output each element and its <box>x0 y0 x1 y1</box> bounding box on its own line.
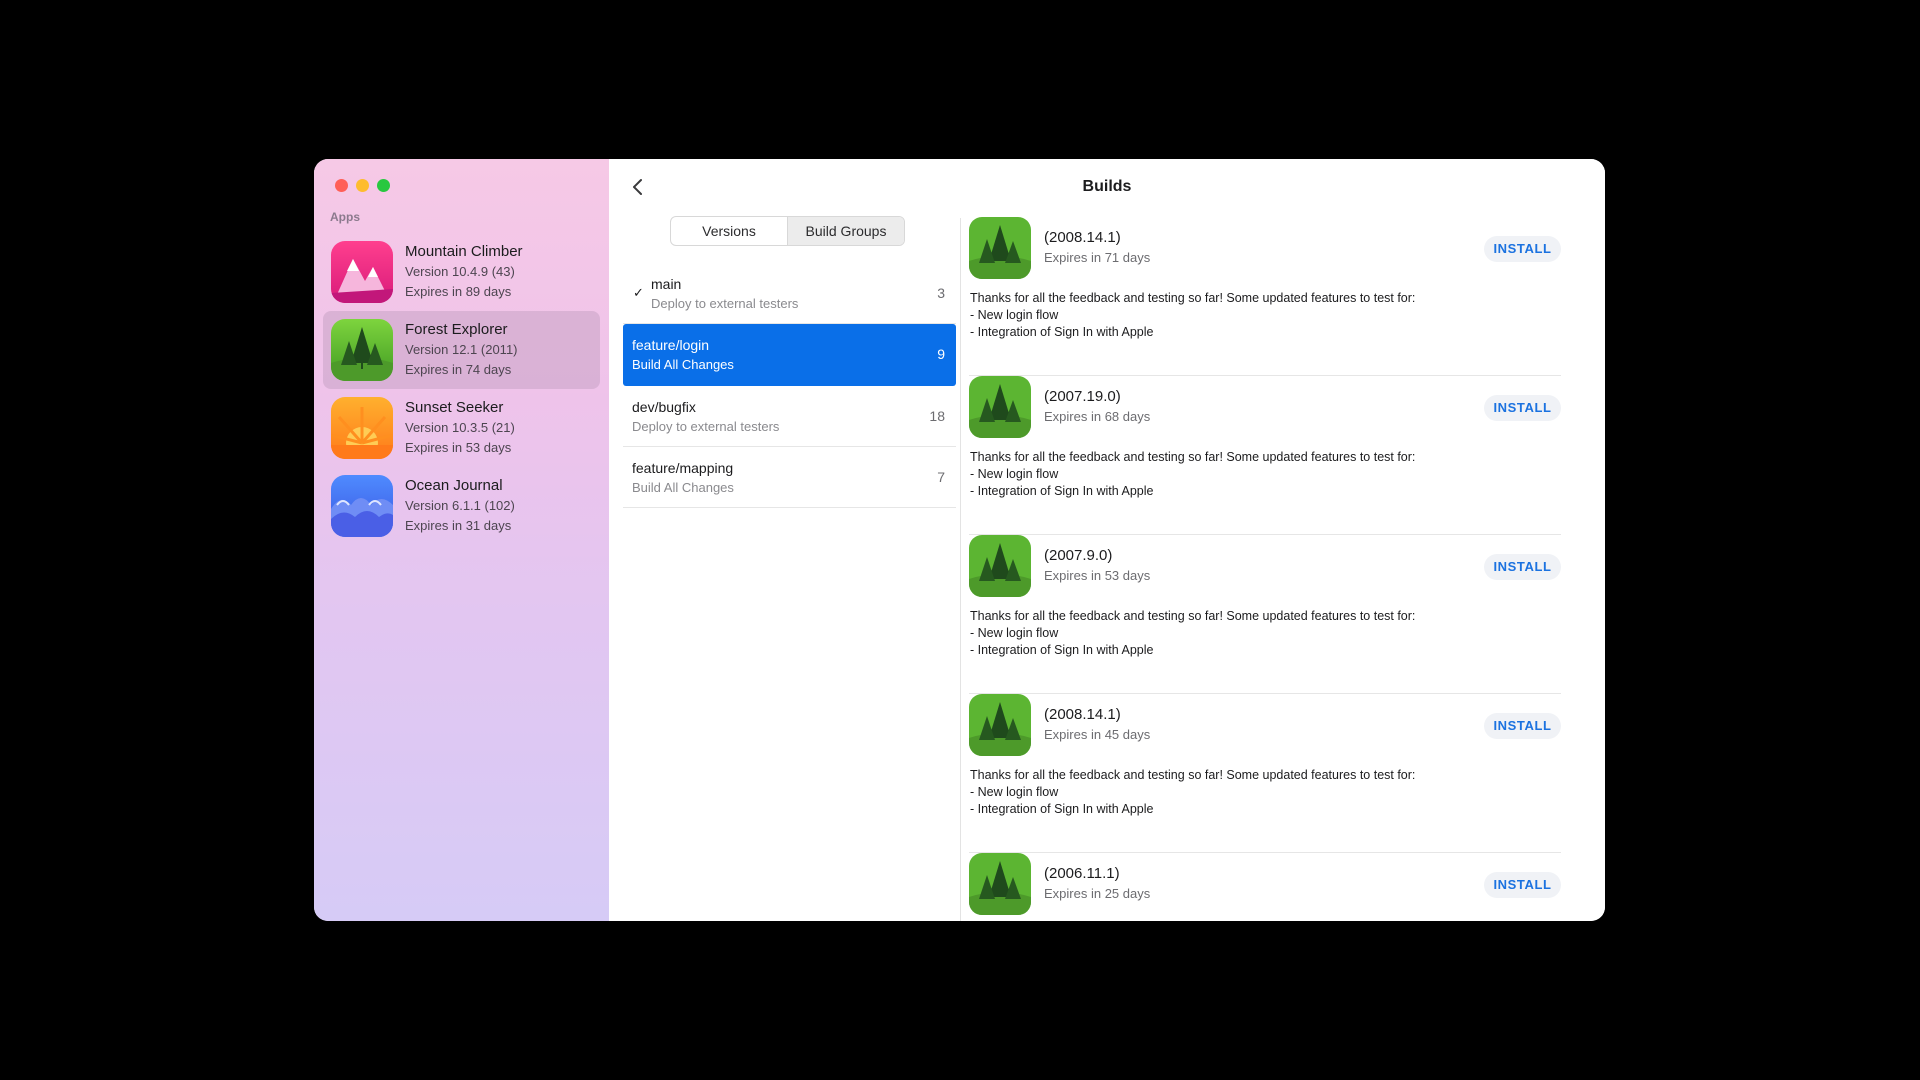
app-name: Ocean Journal <box>405 477 503 494</box>
page-title: Builds <box>1082 178 1132 195</box>
build-expiry: Expires in 25 days <box>1044 886 1151 901</box>
tab-versions[interactable]: Versions <box>671 217 787 245</box>
build-expiry: Expires in 68 days <box>1044 409 1151 424</box>
app-name: Mountain Climber <box>405 243 523 260</box>
build-group-feature-mapping[interactable]: feature/mapping Build All Changes 7 <box>623 447 956 508</box>
forest-icon <box>969 853 1031 915</box>
build-group-name: feature/login <box>632 337 710 353</box>
forest-icon <box>969 535 1031 597</box>
app-version: Version 10.3.5 (21) <box>405 420 515 435</box>
build-group-desc: Build All Changes <box>632 357 734 372</box>
app-expiry: Expires in 53 days <box>405 440 512 455</box>
minimize-window-button[interactable] <box>356 179 369 192</box>
build-group-name: main <box>651 276 682 292</box>
build-groups-list: ✓ main Deploy to external testers 3 feat… <box>623 263 956 508</box>
app-expiry: Expires in 74 days <box>405 362 512 377</box>
app-expiry: Expires in 31 days <box>405 518 512 533</box>
app-expiry: Expires in 89 days <box>405 284 512 299</box>
build-group-count: 9 <box>937 346 945 362</box>
build-version: (2006.11.1) <box>1044 865 1120 882</box>
forest-icon <box>969 694 1031 756</box>
tab-build-groups[interactable]: Build Groups <box>787 217 904 245</box>
sunset-icon <box>331 397 393 459</box>
build-notes: Thanks for all the feedback and testing … <box>970 768 1416 816</box>
build-row: (2008.14.1) Expires in 71 days INSTALL T… <box>969 217 1561 376</box>
build-version: (2008.14.1) <box>1044 229 1121 246</box>
build-group-count: 18 <box>929 408 945 424</box>
build-version: (2008.14.1) <box>1044 706 1121 723</box>
app-name: Sunset Seeker <box>405 399 504 416</box>
build-group-main[interactable]: ✓ main Deploy to external testers 3 <box>623 263 956 324</box>
install-button[interactable]: INSTALL <box>1484 872 1561 898</box>
app-version: Version 10.4.9 (43) <box>405 264 515 279</box>
build-group-count: 7 <box>937 469 945 485</box>
pane-divider <box>960 218 961 921</box>
view-segmented-control: Versions Build Groups <box>670 216 905 246</box>
zoom-window-button[interactable] <box>377 179 390 192</box>
forest-icon <box>969 217 1031 279</box>
mountain-icon <box>331 241 393 303</box>
install-button[interactable]: INSTALL <box>1484 554 1561 580</box>
sidebar-item-forest-explorer[interactable]: Forest Explorer Version 12.1 (2011) Expi… <box>323 311 600 389</box>
build-expiry: Expires in 71 days <box>1044 250 1151 265</box>
install-button[interactable]: INSTALL <box>1484 713 1561 739</box>
sidebar-section-label: Apps <box>330 210 360 224</box>
build-expiry: Expires in 53 days <box>1044 568 1151 583</box>
build-row: (2007.19.0) Expires in 68 days INSTALL T… <box>969 376 1561 535</box>
build-group-name: feature/mapping <box>632 460 734 476</box>
build-row: (2008.14.1) Expires in 45 days INSTALL T… <box>969 694 1561 853</box>
sidebar-item-ocean-journal[interactable]: Ocean Journal Version 6.1.1 (102) Expire… <box>323 467 600 545</box>
checkmark-icon: ✓ <box>633 285 644 300</box>
build-group-desc: Deploy to external testers <box>651 296 799 311</box>
build-row: (2006.11.1) Expires in 25 days INSTALL <box>969 853 1561 921</box>
sidebar-item-sunset-seeker[interactable]: Sunset Seeker Version 10.3.5 (21) Expire… <box>323 389 600 467</box>
app-version: Version 6.1.1 (102) <box>405 498 515 513</box>
sidebar-item-mountain-climber[interactable]: Mountain Climber Version 10.4.9 (43) Exp… <box>323 233 600 311</box>
forest-icon <box>331 319 393 381</box>
build-row: (2007.9.0) Expires in 53 days INSTALL Th… <box>969 535 1561 694</box>
build-group-name: dev/bugfix <box>632 399 696 415</box>
sidebar: Apps Mountain Climber Version 10.4.9 (43… <box>314 159 609 921</box>
close-window-button[interactable] <box>335 179 348 192</box>
build-expiry: Expires in 45 days <box>1044 727 1151 742</box>
build-notes: Thanks for all the feedback and testing … <box>970 450 1416 498</box>
install-button[interactable]: INSTALL <box>1484 395 1561 421</box>
build-notes: Thanks for all the feedback and testing … <box>970 609 1416 657</box>
build-version: (2007.19.0) <box>1044 388 1121 405</box>
build-group-desc: Deploy to external testers <box>632 419 780 434</box>
forest-icon <box>969 376 1031 438</box>
install-button[interactable]: INSTALL <box>1484 236 1561 262</box>
builds-list: (2008.14.1) Expires in 71 days INSTALL T… <box>969 217 1561 921</box>
main-pane: Builds Versions Build Groups ✓ main Depl… <box>609 159 1605 921</box>
ocean-icon <box>331 475 393 537</box>
app-list: Mountain Climber Version 10.4.9 (43) Exp… <box>323 233 600 545</box>
build-group-dev-bugfix[interactable]: dev/bugfix Deploy to external testers 18 <box>623 386 956 447</box>
build-version: (2007.9.0) <box>1044 547 1113 564</box>
build-group-feature-login[interactable]: feature/login Build All Changes 9 <box>623 324 956 386</box>
window-controls <box>335 179 390 192</box>
app-name: Forest Explorer <box>405 321 508 338</box>
app-window: Apps Mountain Climber Version 10.4.9 (43… <box>314 159 1605 921</box>
build-group-count: 3 <box>937 285 945 301</box>
build-group-desc: Build All Changes <box>632 480 734 495</box>
app-version: Version 12.1 (2011) <box>405 342 518 357</box>
build-notes: Thanks for all the feedback and testing … <box>970 291 1416 339</box>
